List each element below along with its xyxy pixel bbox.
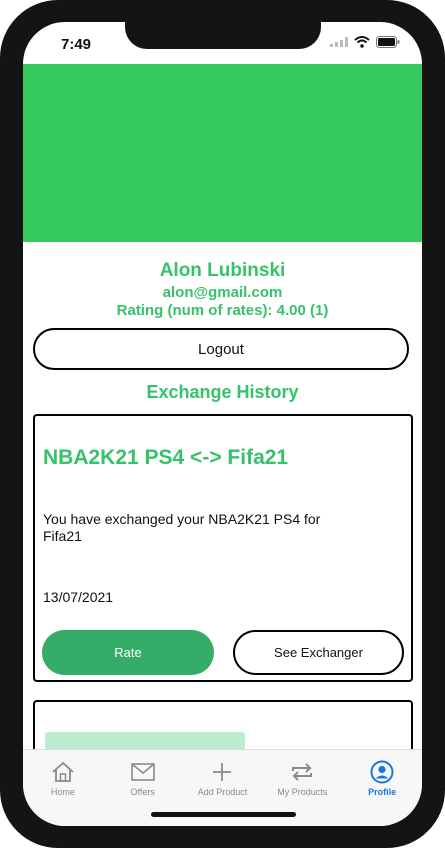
home-icon xyxy=(50,760,76,784)
tab-profile-label: Profile xyxy=(368,787,397,797)
exchange-card: NBA2K21 PS4 <-> Fifa21 You have exchange… xyxy=(33,414,413,682)
home-indicator xyxy=(151,812,296,817)
tab-profile[interactable]: Profile xyxy=(342,750,422,826)
phone-frame: 7:49 Alon Lubinski alon@gmail.com Rating… xyxy=(0,0,445,848)
logout-button[interactable]: Logout xyxy=(33,328,409,370)
exchange-title-partial xyxy=(45,732,245,750)
app-screen: 7:49 Alon Lubinski alon@gmail.com Rating… xyxy=(23,22,422,826)
exchange-description: You have exchanged your NBA2K21 PS4 for … xyxy=(43,511,321,544)
see-exchanger-button[interactable]: See Exchanger xyxy=(233,630,404,675)
profile-header-banner xyxy=(23,64,422,242)
tab-my-products-label: My Products xyxy=(277,787,328,797)
notch xyxy=(125,22,321,49)
user-rating: Rating (num of rates): 4.00 (1) xyxy=(116,302,329,319)
status-icons xyxy=(330,36,400,48)
user-email: alon@gmail.com xyxy=(162,284,283,301)
profile-icon xyxy=(369,760,395,784)
status-time: 7:49 xyxy=(61,36,92,53)
wifi-icon xyxy=(354,36,370,48)
rate-button[interactable]: Rate xyxy=(42,630,214,675)
tab-home-label: Home xyxy=(50,787,75,797)
exchange-date: 13/07/2021 xyxy=(43,589,114,605)
tab-home[interactable]: Home xyxy=(23,750,103,826)
tab-add-product-label: Add Product xyxy=(197,787,248,797)
battery-icon xyxy=(376,36,400,48)
swap-icon xyxy=(289,760,315,784)
signal-icon xyxy=(330,37,348,47)
envelope-icon xyxy=(130,760,156,784)
exchange-title: NBA2K21 PS4 <-> Fifa21 xyxy=(43,446,289,469)
exchange-history-title: Exchange History xyxy=(146,382,299,402)
tab-offers-label: Offers xyxy=(130,787,155,797)
plus-icon xyxy=(209,760,235,784)
user-name: Alon Lubinski xyxy=(159,260,286,281)
